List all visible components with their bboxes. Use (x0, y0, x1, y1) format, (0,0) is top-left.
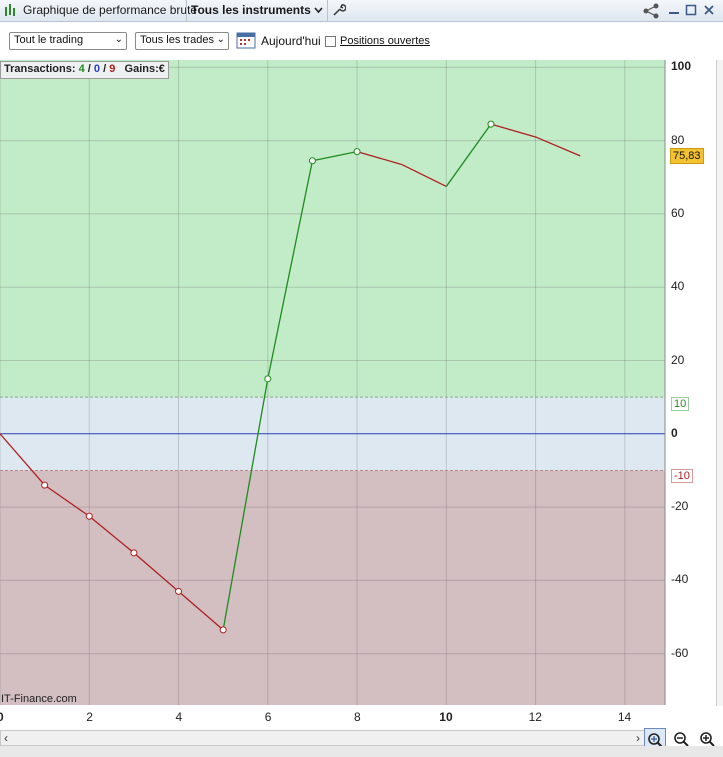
title-separator (186, 0, 187, 21)
open-positions-checkbox[interactable] (325, 36, 336, 47)
underlying-window-strip (0, 746, 723, 757)
trades-select[interactable]: Tous les trades ⌄ (135, 32, 229, 50)
x-tick-label: 6 (264, 710, 272, 724)
scroll-left-icon[interactable]: ‹ (4, 731, 8, 745)
performance-chart[interactable] (0, 60, 723, 706)
last-value-badge: 75,83 (670, 147, 704, 164)
data-point (85, 512, 93, 520)
chart-icon (5, 4, 15, 16)
toolbar: Tout le trading ⌄ Tous les trades ⌄ Aujo… (0, 22, 723, 58)
y-tick-label: 20 (671, 352, 685, 367)
loss-zone (0, 470, 665, 705)
summary-separator: / (87, 63, 91, 75)
neutral-count: 0 (93, 63, 101, 75)
horizontal-scrollbar[interactable]: ‹ › (0, 730, 645, 746)
open-positions-label[interactable]: Positions ouvertes (340, 35, 430, 47)
trades-select-value: Tous les trades (140, 34, 214, 46)
trading-select[interactable]: Tout le trading ⌄ (9, 32, 127, 50)
y-tick-label: -40 (671, 572, 689, 587)
right-panel-edge (716, 60, 723, 706)
data-point (41, 481, 49, 489)
data-point (308, 157, 316, 165)
wrench-icon[interactable] (332, 3, 346, 17)
y-tick-label: -60 (671, 645, 689, 660)
close-icon[interactable] (703, 4, 715, 16)
data-point (130, 549, 138, 557)
window-title: Graphique de performance brute (23, 3, 198, 17)
x-tick-label: 0 (0, 710, 4, 724)
threshold-high-label: 10 (671, 397, 690, 411)
transactions-label: Transactions: (4, 63, 76, 75)
y-tick-label: 100 (671, 59, 692, 74)
x-tick-label: 4 (175, 710, 183, 724)
y-tick-label: 0 (671, 425, 678, 440)
x-tick-label: 12 (528, 710, 542, 724)
x-tick-label: 14 (617, 710, 632, 724)
gains-value: € (158, 63, 165, 75)
title-separator (327, 0, 328, 21)
data-point (219, 626, 227, 634)
chevron-down-icon: ⌄ (114, 34, 123, 45)
summary-separator: / (103, 63, 107, 75)
y-tick-label: 40 (671, 279, 685, 294)
title-bar: Graphique de performance brute Tous les … (0, 0, 723, 22)
data-point (175, 587, 183, 595)
data-point (353, 148, 361, 156)
minimize-icon[interactable] (668, 4, 680, 16)
gain-zone (0, 60, 665, 398)
calendar-icon[interactable] (236, 30, 257, 50)
trading-select-value: Tout le trading (14, 34, 84, 46)
chevron-down-icon: ⌄ (216, 34, 225, 45)
watermark: IT-Finance.com (1, 693, 77, 705)
threshold-low-label: -10 (671, 469, 693, 483)
data-point (487, 120, 495, 128)
today-label[interactable]: Aujourd'hui (261, 34, 321, 48)
share-icon[interactable] (642, 2, 662, 19)
losses-count: 9 (109, 63, 116, 75)
y-tick-label: -20 (671, 499, 689, 514)
data-point (264, 375, 272, 383)
scroll-right-icon[interactable]: › (636, 731, 640, 745)
y-tick-label: 80 (671, 132, 685, 147)
transactions-summary: Transactions: 4 / 0 / 9 Gains:€ (0, 61, 169, 79)
maximize-icon[interactable] (685, 4, 697, 16)
x-tick-label: 10 (439, 710, 453, 724)
x-tick-label: 8 (354, 710, 361, 724)
chevron-down-icon[interactable] (314, 6, 323, 14)
gains-label: Gains: (124, 63, 159, 75)
x-tick-label: 2 (86, 710, 93, 724)
y-tick-label: 60 (671, 205, 685, 220)
wins-count: 4 (78, 63, 85, 75)
instruments-dropdown[interactable]: Tous les instruments (191, 3, 311, 17)
